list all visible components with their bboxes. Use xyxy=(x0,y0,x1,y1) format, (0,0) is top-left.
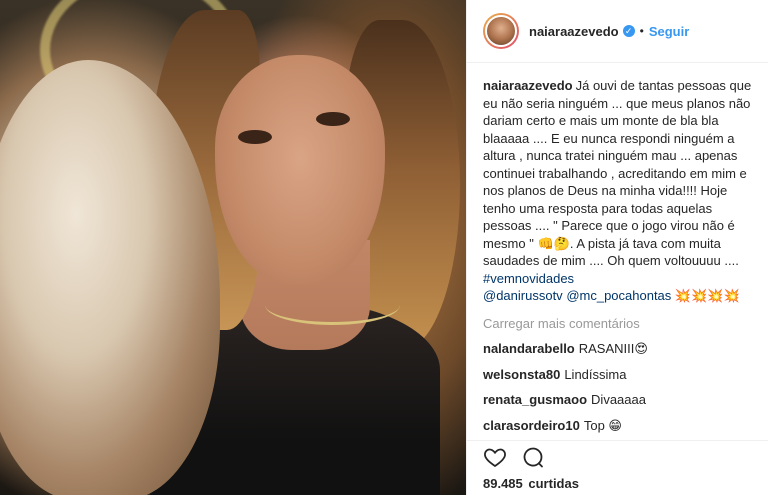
comment-text: Lindíssima xyxy=(564,366,627,382)
likes-label: curtidas xyxy=(528,476,579,491)
comment: clarasordeiro10 Top 😁 xyxy=(483,417,752,435)
likes-number: 89.485 xyxy=(483,476,523,491)
comment-icon[interactable] xyxy=(521,445,545,469)
comment-username[interactable]: renata_gusmaoo xyxy=(483,392,587,407)
action-bar xyxy=(467,440,768,472)
caption-mention[interactable]: @mc_pocahontas xyxy=(566,288,671,303)
caption-text: Já ouvi de tantas pessoas que eu não ser… xyxy=(483,78,752,268)
verified-badge-icon: ✓ xyxy=(622,25,635,37)
comment: nalandarabello RASANIII😍 xyxy=(483,340,752,358)
post-header: naiaraazevedo ✓ • Seguir xyxy=(467,0,768,63)
face xyxy=(215,55,385,285)
comment-text: RASANIII😍 xyxy=(578,341,648,356)
heart-icon[interactable] xyxy=(483,445,507,469)
header-username[interactable]: naiaraazevedo xyxy=(529,24,619,39)
follow-button[interactable]: Seguir xyxy=(649,24,689,39)
caption-emojis: 💥💥💥💥 xyxy=(674,288,740,303)
caption-username[interactable]: naiaraazevedo xyxy=(483,78,573,93)
avatar-image xyxy=(485,15,517,47)
separator-dot: • xyxy=(639,24,644,38)
eye-left xyxy=(238,130,272,144)
comment: renata_gusmaoo Divaaaaa xyxy=(483,391,752,409)
comment-username[interactable]: clarasordeiro10 xyxy=(483,418,580,433)
post-photo[interactable] xyxy=(0,0,466,495)
comment-username[interactable]: welsonsta80 xyxy=(483,367,560,382)
post-details-panel: naiaraazevedo ✓ • Seguir naiaraazevedo Já… xyxy=(466,0,768,495)
comments-section: naiaraazevedo Já ouvi de tantas pessoas q… xyxy=(467,63,768,443)
load-more-comments-button[interactable]: Carregar mais comentários xyxy=(483,315,752,333)
comment-text: Top 😁 xyxy=(583,417,622,433)
comment: welsonsta80 Lindíssima xyxy=(483,366,752,384)
eye-right xyxy=(316,112,350,126)
comment-username[interactable]: nalandarabello xyxy=(483,341,575,356)
caption-hashtag[interactable]: #vemnovidades xyxy=(483,271,574,286)
avatar[interactable] xyxy=(483,13,519,49)
caption-mention[interactable]: @danirussotv xyxy=(483,288,563,303)
necklace xyxy=(265,285,400,325)
comment-text: Divaaaaa xyxy=(591,392,646,407)
likes-count[interactable]: 89.485 curtidas xyxy=(483,476,579,491)
caption: naiaraazevedo Já ouvi de tantas pessoas q… xyxy=(483,77,752,305)
